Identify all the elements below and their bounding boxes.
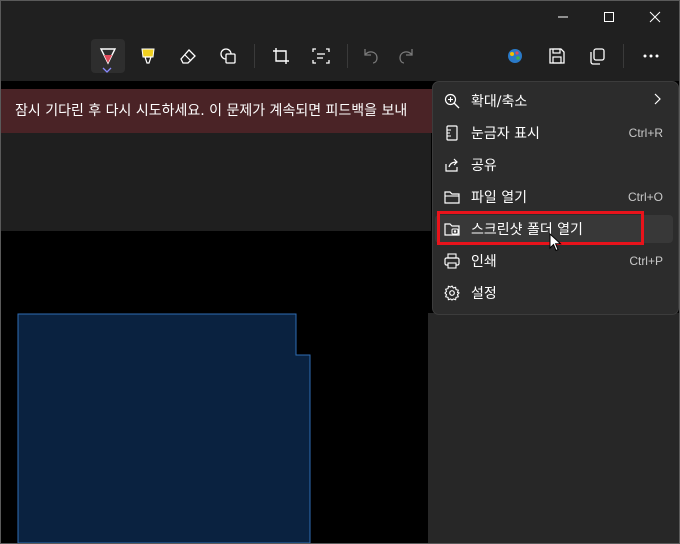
menu-item-open-file[interactable]: 파일 열기 Ctrl+O xyxy=(435,183,673,211)
toolbar-divider xyxy=(254,44,255,68)
error-banner: 잠시 기다린 후 다시 시도하세요. 이 문제가 계속되면 피드백을 보내 xyxy=(1,89,445,133)
capture-canvas[interactable] xyxy=(1,231,431,543)
ballpoint-pen-icon xyxy=(99,48,117,65)
shapes-icon xyxy=(220,48,236,64)
minimize-button[interactable] xyxy=(540,3,586,31)
maximize-button[interactable] xyxy=(586,3,632,31)
eraser-icon xyxy=(180,49,196,64)
text-actions-button[interactable] xyxy=(304,39,338,73)
shapes-button[interactable] xyxy=(211,39,245,73)
highlighter-icon xyxy=(141,48,155,64)
menu-item-share[interactable]: 공유 xyxy=(435,151,673,179)
minimize-icon xyxy=(558,16,568,18)
folder-icon xyxy=(443,188,461,206)
close-button[interactable] xyxy=(632,3,678,31)
undo-icon xyxy=(364,49,378,64)
zoom-icon xyxy=(443,92,461,110)
captured-shape xyxy=(17,313,311,543)
redo-icon xyxy=(399,49,413,64)
copy-button[interactable] xyxy=(580,39,614,73)
title-bar xyxy=(1,1,679,81)
menu-item-label: 파일 열기 xyxy=(471,190,527,206)
printer-icon xyxy=(443,252,461,270)
menu-item-settings[interactable]: 설정 xyxy=(435,279,673,307)
menu-item-shortcut: Ctrl+R xyxy=(628,126,663,140)
menu-item-show-ruler[interactable]: 눈금자 표시 Ctrl+R xyxy=(435,119,673,147)
more-icon xyxy=(643,54,659,58)
menu-item-zoom[interactable]: 확대/축소 xyxy=(435,87,673,115)
pen-options-chevron-icon[interactable] xyxy=(102,67,112,73)
banner-area xyxy=(1,133,431,231)
crop-icon xyxy=(273,48,289,64)
close-icon xyxy=(649,11,661,23)
highlight-box xyxy=(437,211,644,245)
copy-icon xyxy=(590,48,605,65)
crop-button[interactable] xyxy=(264,39,298,73)
highlighter-button[interactable] xyxy=(131,39,165,73)
eraser-button[interactable] xyxy=(171,39,205,73)
ruler-icon xyxy=(443,124,461,142)
maximize-icon xyxy=(604,12,614,22)
undo-button[interactable] xyxy=(354,39,388,73)
menu-item-label: 설정 xyxy=(471,286,497,302)
paint-icon xyxy=(508,49,522,63)
toolbar-divider xyxy=(623,44,624,68)
menu-item-shortcut: Ctrl+P xyxy=(629,254,663,268)
menu-item-label: 눈금자 표시 xyxy=(471,126,540,142)
toolbar-divider xyxy=(347,44,348,68)
menu-item-label: 확대/축소 xyxy=(471,94,528,110)
text-actions-icon xyxy=(312,48,330,64)
more-options-button[interactable] xyxy=(634,39,668,73)
save-button[interactable] xyxy=(540,39,574,73)
redo-button[interactable] xyxy=(389,39,423,73)
menu-item-label: 공유 xyxy=(471,158,497,174)
menu-item-label: 인쇄 xyxy=(471,254,497,270)
chevron-right-icon xyxy=(653,93,661,109)
save-icon xyxy=(549,48,565,64)
snipping-tool-window: 잠시 기다린 후 다시 시도하세요. 이 문제가 계속되면 피드백을 보내 확대… xyxy=(0,0,680,544)
mouse-cursor-icon xyxy=(549,233,562,252)
menu-item-shortcut: Ctrl+O xyxy=(627,190,663,204)
paint-button[interactable] xyxy=(498,39,532,73)
menu-shadow-area xyxy=(428,313,679,543)
gear-icon xyxy=(443,284,461,302)
share-icon xyxy=(443,156,461,174)
